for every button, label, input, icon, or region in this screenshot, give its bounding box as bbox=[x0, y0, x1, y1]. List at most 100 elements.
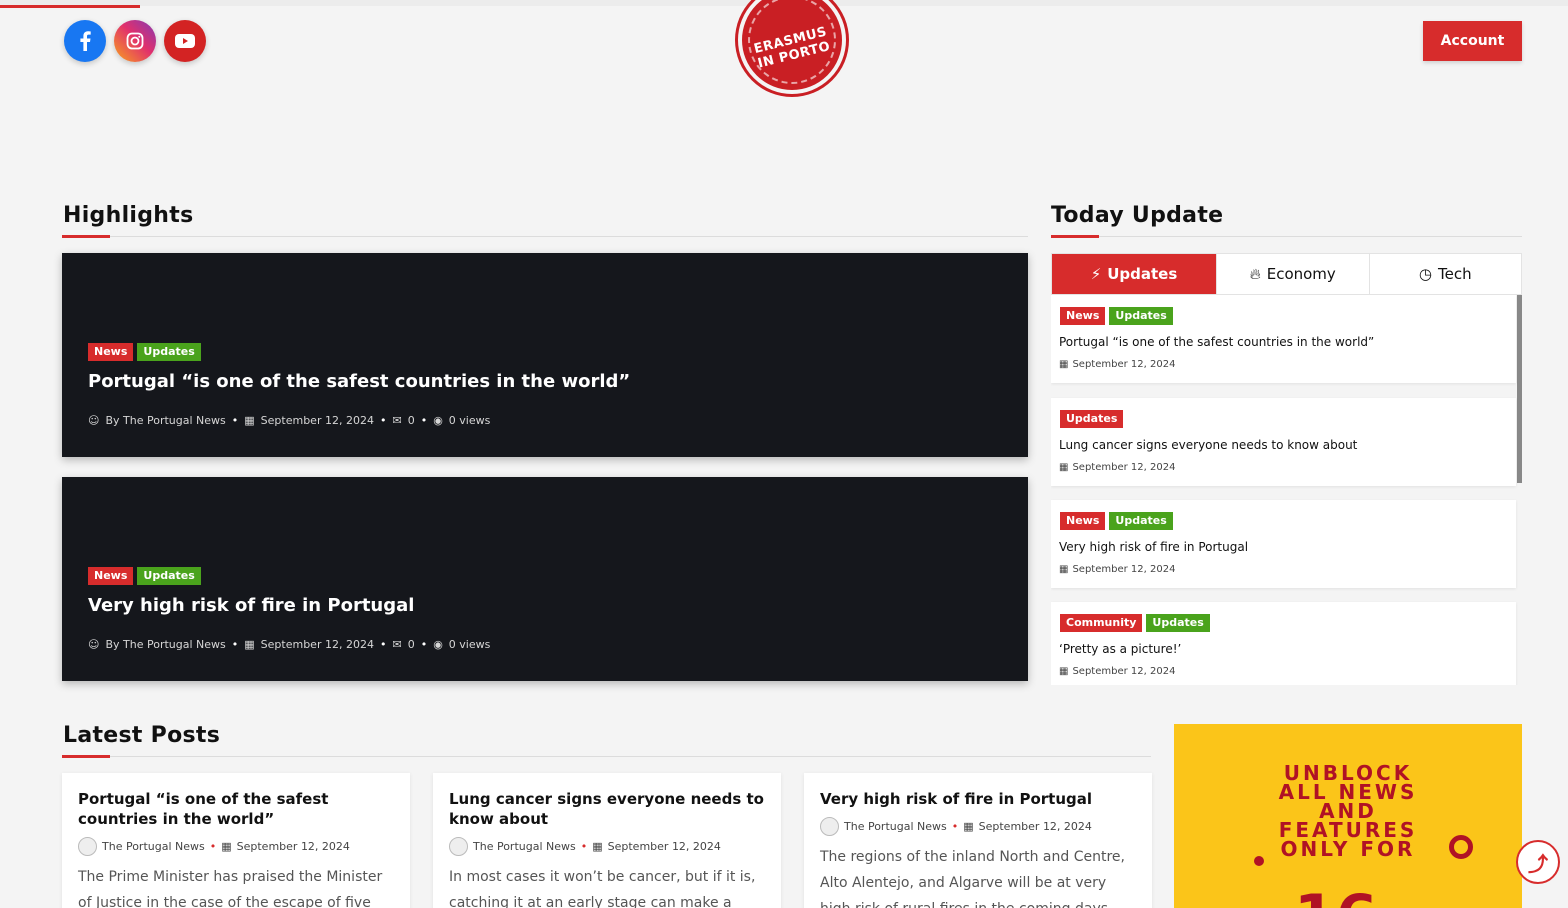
meta-separator: • bbox=[231, 638, 239, 651]
post-meta: The Portugal News • ▦ September 12, 2024 bbox=[820, 817, 1092, 836]
tag-news[interactable]: News bbox=[88, 567, 134, 585]
item-title[interactable]: Portugal “is one of the safest countries… bbox=[1059, 335, 1374, 349]
today-update-tabs: ⚡ Updates 🔥︎ Economy ◷ Tech bbox=[1051, 253, 1522, 295]
post-author[interactable]: The Portugal News bbox=[102, 840, 205, 853]
post-title[interactable]: Portugal “is one of the safest countries… bbox=[78, 789, 394, 829]
highlight-tags: News Updates bbox=[88, 343, 201, 361]
today-update-accent bbox=[1051, 235, 1099, 238]
item-date: September 12, 2024 bbox=[1072, 666, 1176, 677]
post-title[interactable]: Very high risk of fire in Portugal bbox=[820, 789, 1136, 809]
item-date-row: ▦ September 12, 2024 bbox=[1059, 666, 1175, 677]
post-card[interactable]: Lung cancer signs everyone needs to know… bbox=[433, 773, 781, 908]
item-date-row: ▦ September 12, 2024 bbox=[1059, 462, 1175, 473]
promo-price: 16 bbox=[1294, 882, 1378, 908]
comments-icon: ✉ bbox=[392, 414, 402, 427]
meta-separator: • bbox=[379, 414, 387, 427]
item-title[interactable]: Very high risk of fire in Portugal bbox=[1059, 540, 1248, 554]
calendar-icon: ▦ bbox=[244, 638, 255, 651]
latest-posts-accent bbox=[62, 755, 110, 758]
calendar-icon: ▦ bbox=[1059, 359, 1069, 370]
promo-banner[interactable]: UNBLOCK ALL NEWS AND FEATURES ONLY FOR 1… bbox=[1174, 724, 1522, 908]
tag-updates[interactable]: Updates bbox=[137, 343, 201, 361]
highlight-tags: News Updates bbox=[88, 567, 201, 585]
post-date[interactable]: September 12, 2024 bbox=[979, 820, 1092, 833]
meta-separator: • bbox=[951, 820, 959, 833]
scroll-to-top-button[interactable]: ⤴ bbox=[1516, 840, 1560, 884]
today-update-list: News Updates Portugal “is one of the saf… bbox=[1051, 295, 1522, 685]
highlight-date[interactable]: September 12, 2024 bbox=[261, 638, 374, 651]
post-excerpt: The Prime Minister has praised the Minis… bbox=[78, 869, 383, 908]
post-date[interactable]: September 12, 2024 bbox=[608, 840, 721, 853]
top-bar-accent bbox=[0, 5, 140, 8]
item-tags: Community Updates bbox=[1060, 614, 1210, 632]
tag-news[interactable]: News bbox=[1060, 307, 1106, 325]
post-date[interactable]: September 12, 2024 bbox=[237, 840, 350, 853]
tab-tech[interactable]: ◷ Tech bbox=[1370, 254, 1522, 294]
highlight-date[interactable]: September 12, 2024 bbox=[261, 414, 374, 427]
list-item[interactable]: Updates Lung cancer signs everyone needs… bbox=[1051, 398, 1516, 486]
item-title[interactable]: ‘Pretty as a picture!’ bbox=[1059, 642, 1181, 656]
views-icon: ◉ bbox=[433, 414, 443, 427]
meta-separator: • bbox=[420, 638, 428, 651]
youtube-icon bbox=[175, 34, 195, 48]
post-excerpt: In most cases it won’t be cancer, but if… bbox=[449, 869, 756, 908]
meta-separator: • bbox=[231, 414, 239, 427]
item-date: September 12, 2024 bbox=[1072, 564, 1176, 575]
highlight-title[interactable]: Very high risk of fire in Portugal bbox=[88, 595, 414, 616]
highlight-comments[interactable]: 0 bbox=[408, 638, 415, 651]
highlight-title[interactable]: Portugal “is one of the safest countries… bbox=[88, 371, 630, 392]
tag-community[interactable]: Community bbox=[1060, 614, 1143, 632]
avatar bbox=[449, 837, 468, 856]
highlight-meta: ☺ By The Portugal News • ▦ September 12,… bbox=[88, 414, 490, 427]
tab-updates[interactable]: ⚡ Updates bbox=[1052, 254, 1217, 294]
list-item[interactable]: News Updates Very high risk of fire in P… bbox=[1051, 500, 1516, 588]
highlight-card[interactable]: News Updates Portugal “is one of the saf… bbox=[62, 253, 1028, 457]
item-tags: News Updates bbox=[1060, 307, 1173, 325]
scrollbar[interactable] bbox=[1517, 295, 1522, 483]
item-title[interactable]: Lung cancer signs everyone needs to know… bbox=[1059, 438, 1357, 452]
today-update-divider bbox=[1051, 236, 1522, 237]
facebook-link[interactable] bbox=[64, 20, 106, 62]
post-meta: The Portugal News • ▦ September 12, 2024 bbox=[449, 837, 721, 856]
tag-updates[interactable]: Updates bbox=[137, 567, 201, 585]
highlight-author[interactable]: By The Portugal News bbox=[105, 414, 225, 427]
item-tags: News Updates bbox=[1060, 512, 1173, 530]
highlight-views: 0 views bbox=[448, 638, 491, 651]
post-author[interactable]: The Portugal News bbox=[473, 840, 576, 853]
tag-updates[interactable]: Updates bbox=[1109, 307, 1173, 325]
item-date-row: ▦ September 12, 2024 bbox=[1059, 359, 1175, 370]
author-icon: ☺ bbox=[88, 638, 100, 651]
list-item[interactable]: News Updates Portugal “is one of the saf… bbox=[1051, 295, 1516, 383]
post-author[interactable]: The Portugal News bbox=[844, 820, 947, 833]
highlights-accent bbox=[62, 235, 110, 238]
post-card[interactable]: Portugal “is one of the safest countries… bbox=[62, 773, 410, 908]
highlight-meta: ☺ By The Portugal News • ▦ September 12,… bbox=[88, 638, 490, 651]
tab-economy[interactable]: 🔥︎ Economy bbox=[1217, 254, 1370, 294]
site-logo[interactable]: ERASMUS IN PORTO bbox=[738, 0, 846, 94]
youtube-link[interactable] bbox=[164, 20, 206, 62]
post-title[interactable]: Lung cancer signs everyone needs to know… bbox=[449, 789, 765, 829]
account-button[interactable]: Account bbox=[1423, 21, 1522, 61]
latest-posts-divider bbox=[62, 756, 1151, 757]
instagram-link[interactable] bbox=[114, 20, 156, 62]
tag-updates[interactable]: Updates bbox=[1060, 410, 1124, 428]
facebook-icon bbox=[80, 31, 91, 51]
item-tags: Updates bbox=[1060, 410, 1124, 428]
highlight-card[interactable]: News Updates Very high risk of fire in P… bbox=[62, 477, 1028, 681]
list-item[interactable]: Community Updates ‘Pretty as a picture!’… bbox=[1051, 602, 1516, 685]
item-date: September 12, 2024 bbox=[1072, 462, 1176, 473]
highlight-views: 0 views bbox=[448, 414, 491, 427]
tag-news[interactable]: News bbox=[88, 343, 134, 361]
highlight-author[interactable]: By The Portugal News bbox=[105, 638, 225, 651]
post-card[interactable]: Very high risk of fire in Portugal The P… bbox=[804, 773, 1152, 908]
tag-updates[interactable]: Updates bbox=[1109, 512, 1173, 530]
meta-separator: • bbox=[580, 840, 588, 853]
calendar-icon: ▦ bbox=[1059, 666, 1069, 677]
tag-updates[interactable]: Updates bbox=[1146, 614, 1210, 632]
item-date: September 12, 2024 bbox=[1072, 359, 1176, 370]
highlight-comments[interactable]: 0 bbox=[408, 414, 415, 427]
tag-news[interactable]: News bbox=[1060, 512, 1106, 530]
arrow-up-icon: ⤴ bbox=[1528, 851, 1548, 876]
today-update-heading: Today Update bbox=[1051, 203, 1224, 228]
avatar bbox=[78, 837, 97, 856]
